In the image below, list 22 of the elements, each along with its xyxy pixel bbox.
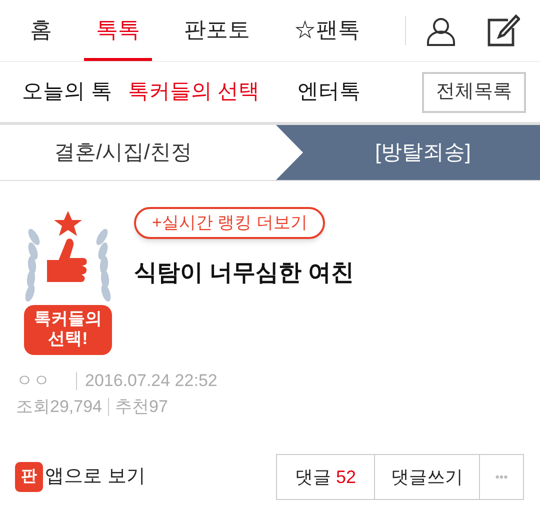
nav-tab[interactable]: ☆팬톡 <box>282 0 372 61</box>
app-logo-icon: 판 <box>15 462 43 492</box>
ranking-link[interactable]: +실시간 랭킹 더보기 <box>134 207 326 239</box>
all-list-button[interactable]: 전체목록 <box>422 72 526 112</box>
app-link[interactable]: 앱으로 보기 <box>45 462 146 492</box>
post-title: 식탐이 너무심한 여친 <box>134 258 354 287</box>
sub-nav-tab[interactable]: 오늘의 톡 <box>22 76 112 108</box>
nav-tab[interactable]: 톡톡 <box>84 0 152 61</box>
view-count: 조회29,794 <box>16 396 102 418</box>
author-name: ㅇㅇ <box>16 370 50 392</box>
nav-tab[interactable]: 홈 <box>18 0 64 61</box>
write-comment-button[interactable]: 댓글쓰기 <box>375 454 480 500</box>
emblem-label: 톡커들의 선택! <box>33 309 103 349</box>
category-tab[interactable]: [방탈죄송] <box>276 125 540 180</box>
like-count: 추천97 <box>115 396 168 418</box>
post-date: 2016.07.24 22:52 <box>85 370 218 392</box>
comments-button[interactable]: 댓글 52 <box>276 454 375 500</box>
sub-nav-tab[interactable]: 톡커들의 선택 <box>128 76 260 108</box>
sub-nav-tab[interactable]: 엔터톡 <box>298 76 361 108</box>
compose-icon[interactable] <box>486 14 520 48</box>
user-icon[interactable] <box>426 16 456 46</box>
nav-tab[interactable]: 판포토 <box>172 0 262 61</box>
